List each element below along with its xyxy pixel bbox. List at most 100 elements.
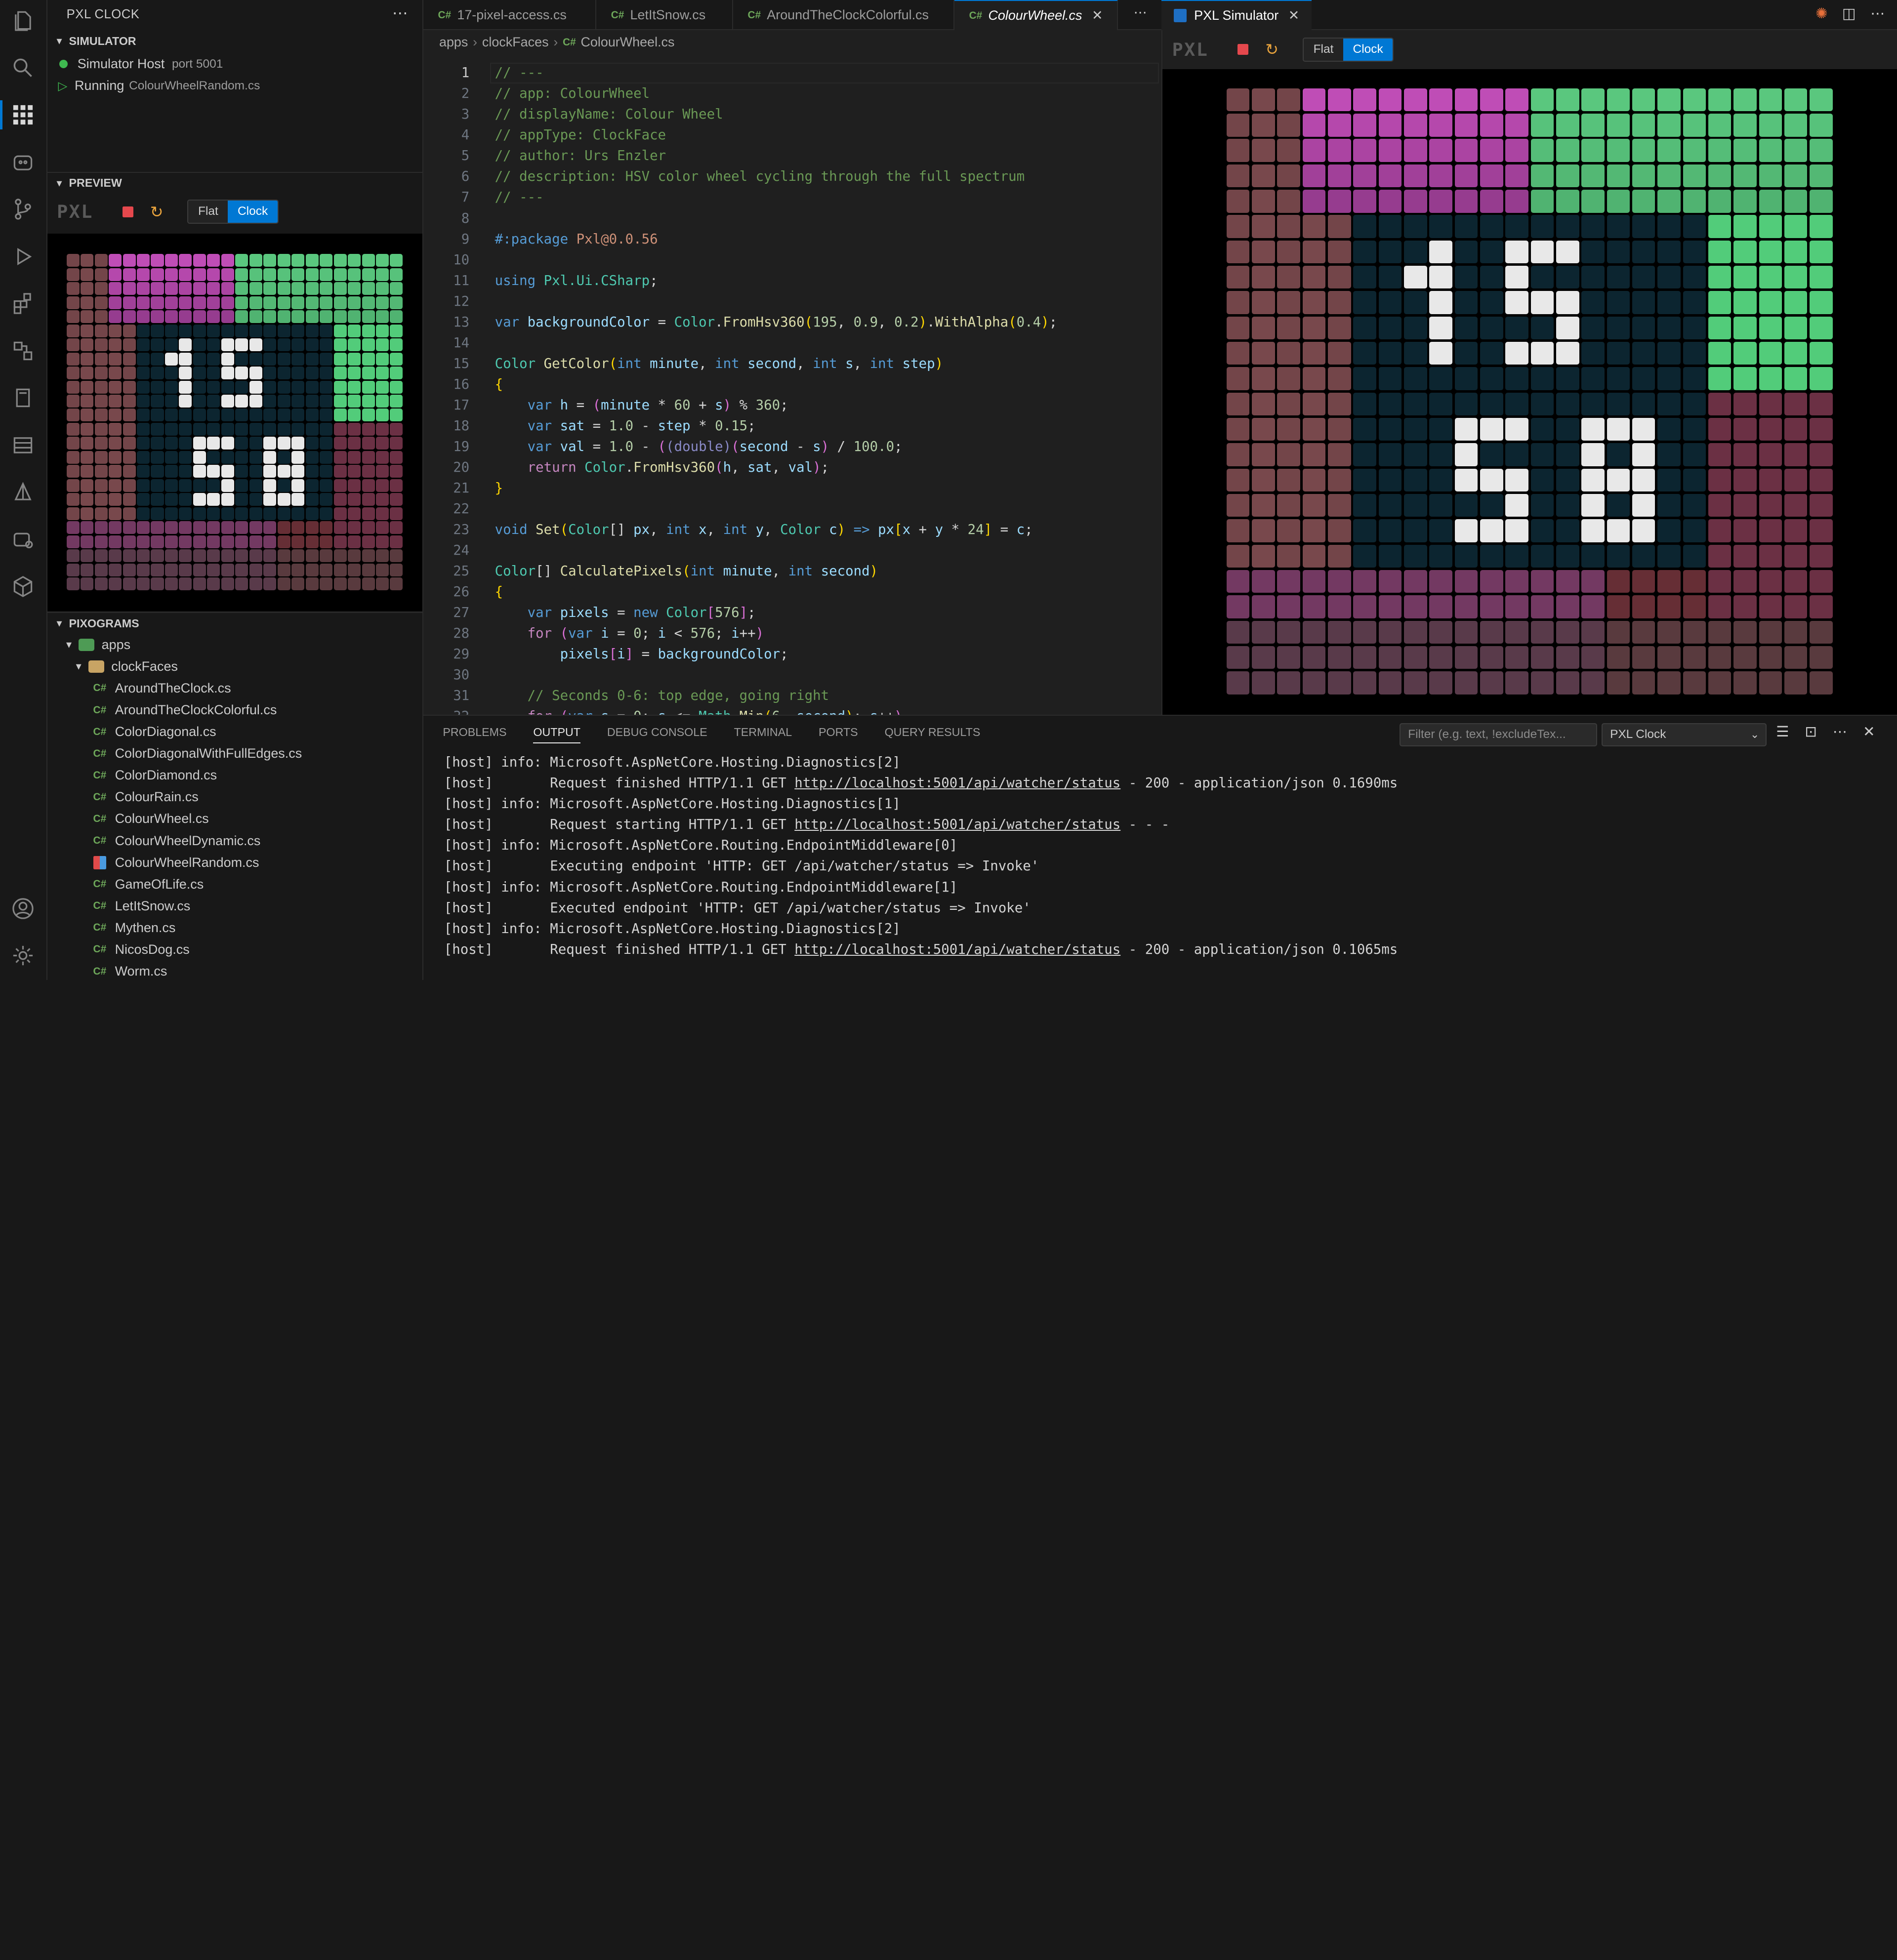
tree-file[interactable]: C# AroundTheClockColorful.cs	[47, 699, 423, 721]
code-line[interactable]: 13 var backgroundColor = Color.FromHsv360…	[423, 312, 1161, 333]
code-line[interactable]: 24	[423, 540, 1161, 561]
extensions-icon[interactable]	[10, 290, 37, 317]
output-link[interactable]: http://localhost:5001/api/watcher/status	[794, 817, 1120, 832]
tree-file[interactable]: C# ColourWheel.cs	[47, 808, 423, 830]
code-line[interactable]: 17 var h = (minute * 60 + s) % 360;	[423, 395, 1161, 416]
tree-file[interactable]: C# ColorDiagonal.cs	[47, 721, 423, 743]
output-filter-input[interactable]: Filter (e.g. text, !excludeTex...	[1400, 723, 1597, 746]
code-line[interactable]: 26{	[423, 582, 1161, 603]
code-line[interactable]: 2// app: ColourWheel	[423, 83, 1161, 104]
close-icon[interactable]: ✕	[1092, 8, 1103, 23]
panel-tab[interactable]: QUERY RESULTS	[885, 726, 981, 743]
run-debug-icon[interactable]	[10, 243, 37, 270]
explorer-icon[interactable]	[10, 7, 37, 34]
tree-file[interactable]: C# ColorDiamond.cs	[47, 765, 423, 786]
source-control-icon[interactable]	[10, 196, 37, 223]
panel-tab[interactable]: TERMINAL	[734, 726, 792, 743]
tab-colourwheel[interactable]: C# ColourWheel.cs ✕	[954, 0, 1118, 31]
split-editor-icon[interactable]: ◫	[1842, 5, 1856, 22]
stop-button[interactable]	[122, 206, 133, 217]
code-line[interactable]: 27 var pixels = new Color[576];	[423, 603, 1161, 623]
output-channel-select[interactable]: PXL Clock ⌄	[1602, 723, 1767, 746]
tree-folder-apps[interactable]: ▾ apps	[47, 634, 423, 655]
more-actions-icon[interactable]: ⋯	[1134, 5, 1147, 20]
database-icon[interactable]	[10, 432, 37, 458]
code-editor[interactable]: 1// --- 2// app: ColourWheel 3// displayNa…	[423, 54, 1162, 715]
code-line[interactable]: 5// author: Urs Enzler	[423, 146, 1161, 166]
code-line[interactable]: 10	[423, 250, 1161, 271]
section-simulator[interactable]: ▾ SIMULATOR	[47, 30, 423, 52]
more-actions-icon[interactable]: ⋯	[1870, 5, 1885, 22]
tree-file[interactable]: C# NicosDog.cs	[47, 939, 423, 960]
sail-icon[interactable]	[10, 479, 37, 506]
panel-tab[interactable]: DEBUG CONSOLE	[607, 726, 707, 743]
breadcrumb-apps[interactable]: apps	[439, 35, 468, 50]
code-line[interactable]: 25 Color[] CalculatePixels(int minute, in…	[423, 561, 1161, 582]
tree-file[interactable]: C# ColorDiagonalWithFullEdges.cs	[47, 743, 423, 765]
code-line[interactable]: 20 return Color.FromHsv360(h, sat, val);	[423, 457, 1161, 478]
copilot-icon[interactable]	[10, 149, 37, 175]
code-line[interactable]: 29 pixels[i] = backgroundColor;	[423, 644, 1161, 665]
running-row[interactable]: ▷ Running ColourWheelRandom.cs	[47, 75, 423, 97]
section-pixograms[interactable]: ▾ PIXOGRAMS	[47, 612, 423, 634]
code-line[interactable]: 4// appType: ClockFace	[423, 125, 1161, 146]
tree-file[interactable]: C# ColourWheelDynamic.cs	[47, 830, 423, 852]
close-panel-icon[interactable]: ✕	[1863, 723, 1875, 740]
code-line[interactable]: 9 #:package Pxl@0.0.56	[423, 229, 1161, 250]
code-line[interactable]: 1// ---	[423, 63, 1161, 83]
panel-tab[interactable]: PROBLEMS	[443, 726, 506, 743]
account-icon[interactable]	[10, 895, 37, 922]
docker-icon[interactable]	[10, 526, 37, 553]
code-line[interactable]: 6// description: HSV color wheel cycling…	[423, 166, 1161, 187]
panel-tab[interactable]: OUTPUT	[533, 726, 580, 744]
code-line[interactable]: 12	[423, 291, 1161, 312]
list-filter-icon[interactable]: ☰	[1776, 723, 1789, 740]
section-preview[interactable]: ▾ PREVIEW	[47, 171, 423, 194]
tab-aroundtheclockcolorful[interactable]: C# AroundTheClockColorful.cs	[733, 0, 955, 31]
pxl-grid-icon[interactable]	[10, 102, 37, 128]
tree-file[interactable]: ColourWheelRandom.cs	[47, 852, 423, 873]
book-icon[interactable]	[10, 385, 37, 411]
restart-icon[interactable]: ↻	[1265, 40, 1278, 59]
tree-file[interactable]: C# GameOfLife.cs	[47, 873, 423, 895]
output-link[interactable]: http://localhost:5001/api/watcher/status	[794, 776, 1120, 791]
output-link[interactable]: http://localhost:5001/api/watcher/status	[794, 942, 1120, 957]
tree-file[interactable]: C# ColourRain.cs	[47, 786, 423, 808]
code-line[interactable]: 8	[423, 208, 1161, 229]
tree-file[interactable]: C# Mythen.cs	[47, 917, 423, 939]
code-line[interactable]: 31 // Seconds 0-6: top edge, going right	[423, 686, 1161, 706]
code-line[interactable]: 32 for (var s = 0; s <= Math.Min(6, seco…	[423, 706, 1161, 715]
code-line[interactable]: 14	[423, 333, 1161, 354]
breadcrumb-file[interactable]: ColourWheel.cs	[580, 35, 674, 50]
clock-button[interactable]: Clock	[1343, 38, 1393, 61]
code-line[interactable]: 16{	[423, 374, 1161, 395]
search-icon[interactable]	[10, 54, 37, 81]
code-line[interactable]: 28 for (var i = 0; i < 576; i++)	[423, 623, 1161, 644]
restart-icon[interactable]: ↻	[150, 203, 164, 221]
tree-file[interactable]: C# Worm.cs	[47, 961, 423, 980]
panel-tab[interactable]: PORTS	[819, 726, 858, 743]
tab-pxl-simulator[interactable]: PXL Simulator ✕	[1161, 0, 1312, 31]
breadcrumb-clockfaces[interactable]: clockFaces	[482, 35, 549, 50]
code-line[interactable]: 30	[423, 665, 1161, 686]
package-icon[interactable]	[10, 573, 37, 600]
settings-gear-icon[interactable]	[10, 942, 37, 969]
tree-file[interactable]: C# LetItSnow.cs	[47, 895, 423, 917]
tree-file[interactable]: C# AroundTheClock.cs	[47, 677, 423, 699]
code-line[interactable]: 21}	[423, 478, 1161, 499]
simulator-host-row[interactable]: Simulator Host port 5001	[47, 53, 423, 75]
code-line[interactable]: 18 var sat = 1.0 - step * 0.15;	[423, 416, 1161, 437]
lock-icon[interactable]: ⊡	[1805, 723, 1817, 740]
more-actions-icon[interactable]: ⋯	[1833, 723, 1847, 740]
remote-explorer-icon[interactable]	[10, 337, 37, 364]
code-line[interactable]: 15 Color GetColor(int minute, int second,…	[423, 354, 1161, 374]
code-line[interactable]: 3// displayName: Colour Wheel	[423, 104, 1161, 125]
flat-button[interactable]: Flat	[1304, 38, 1343, 61]
code-line[interactable]: 19 var val = 1.0 - ((double)(second - s)…	[423, 437, 1161, 457]
tab-letitsnow[interactable]: C# LetItSnow.cs	[596, 0, 734, 31]
more-actions-icon[interactable]: ⋯	[392, 3, 408, 22]
sparkle-icon[interactable]: ✺	[1815, 5, 1828, 22]
tab-17-pixel-access[interactable]: C# 17-pixel-access.cs	[423, 0, 597, 31]
tree-folder-clockfaces[interactable]: ▾ clockFaces	[47, 655, 423, 677]
code-line[interactable]: 11 using Pxl.Ui.CSharp;	[423, 271, 1161, 291]
